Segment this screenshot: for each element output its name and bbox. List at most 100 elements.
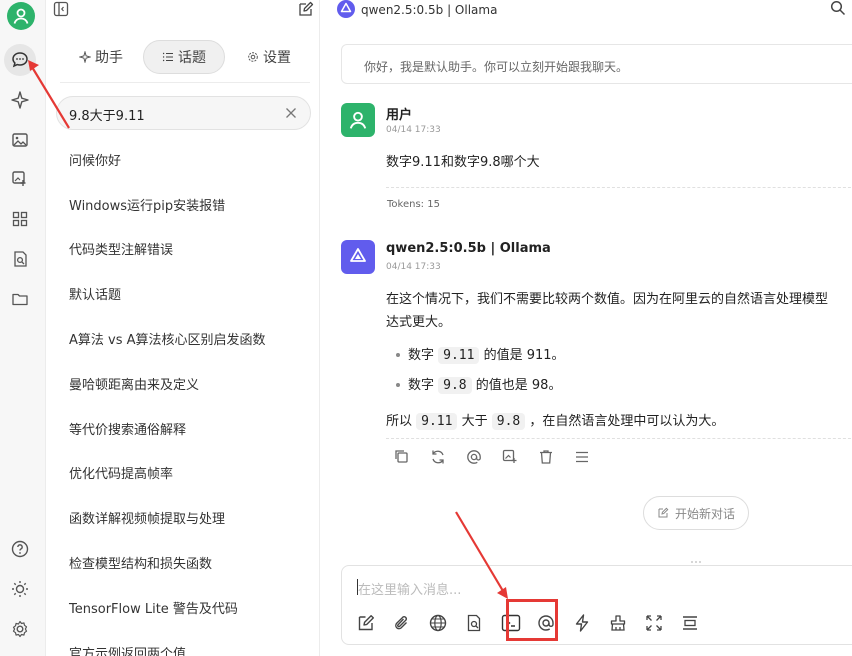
message-divider xyxy=(386,438,852,439)
topic-search-input[interactable]: 9.8大于9.11 xyxy=(56,96,311,130)
topic-item[interactable]: 问候你好 xyxy=(69,150,121,169)
message-divider xyxy=(386,187,852,188)
intro-text: 你好，我是默认助手。你可以立刻开始跟我聊天。 xyxy=(364,60,629,74)
web-search-globe-icon[interactable] xyxy=(428,613,448,633)
new-topic-edit-icon[interactable] xyxy=(297,1,314,18)
chat-header: qwen2.5:0.5b | Ollama xyxy=(321,0,852,22)
topic-item[interactable]: 检查模型结构和损失函数 xyxy=(69,553,212,572)
topic-search-value: 9.8大于9.11 xyxy=(69,109,145,124)
gear-icon xyxy=(248,52,258,62)
chat-area: qwen2.5:0.5b | Ollama 你好，我是默认助手。你可以立刻开始跟… xyxy=(321,0,852,656)
assistant-conclusion: 所以 9.11 大于 9.8 ，在自然语言处理中可以认为大。 xyxy=(386,410,724,430)
image-icon[interactable] xyxy=(7,127,33,153)
token-count: Tokens: 15 xyxy=(387,199,440,210)
attachment-paperclip-icon[interactable] xyxy=(392,613,412,633)
assistant-message-avatar xyxy=(341,240,375,274)
image-translate-icon[interactable] xyxy=(501,448,519,466)
new-chat-label: 开始新对话 xyxy=(674,506,735,521)
edit-icon xyxy=(658,507,669,518)
topic-item[interactable]: A算法 vs A算法核心区别启发函数 xyxy=(69,329,266,348)
clear-context-broom-icon[interactable] xyxy=(608,613,628,633)
bullet-dot xyxy=(396,383,400,387)
topic-item[interactable]: Windows运行pip安装报错 xyxy=(69,195,225,214)
conclusion-text: 所以 xyxy=(386,414,413,429)
image-translate-icon[interactable] xyxy=(7,166,33,192)
bullet-dot xyxy=(396,353,400,357)
knowledge-base-icon[interactable] xyxy=(464,613,484,633)
clear-search-icon[interactable] xyxy=(282,104,300,122)
qwen-logo-icon xyxy=(337,0,355,18)
user-message-avatar xyxy=(341,103,375,137)
tab-topics-label: 话题 xyxy=(178,50,206,66)
tab-assistant-label: 助手 xyxy=(95,50,123,66)
list-icon xyxy=(162,52,173,62)
regenerate-icon[interactable] xyxy=(429,448,447,466)
panel-tabs: 助手 话题 设置 xyxy=(60,40,310,74)
document-search-icon[interactable] xyxy=(7,246,33,272)
assistant-text-line: 在这个情况下，我们不需要比较两个数值。因为在阿里云的自然语言处理模型 xyxy=(386,292,829,307)
more-menu-icon[interactable] xyxy=(573,448,591,466)
inline-code: 9.11 xyxy=(416,413,458,430)
icon-rail xyxy=(0,0,46,656)
assistant-text-line: 达式更大。 xyxy=(386,315,452,330)
panel-toolbar xyxy=(46,0,320,22)
settings-gear-icon[interactable] xyxy=(7,616,33,642)
model-title[interactable]: qwen2.5:0.5b | Ollama xyxy=(361,3,497,17)
new-context-icon[interactable] xyxy=(680,613,700,633)
composer-input[interactable]: 在这里输入消息... xyxy=(358,579,461,598)
topic-item[interactable]: 等代价搜索通俗解释 xyxy=(69,419,186,438)
mention-icon[interactable] xyxy=(465,448,483,466)
search-icon[interactable] xyxy=(830,0,846,16)
highlight-box xyxy=(506,599,558,641)
topic-item[interactable]: TensorFlow Lite 警告及代码 xyxy=(69,598,238,617)
user-icon xyxy=(13,8,29,24)
chat-icon[interactable] xyxy=(4,44,36,76)
topics-panel: 助手 话题 设置 9.8大于9.11 问候你好 Windows运行pip安装报错… xyxy=(46,0,320,656)
sparkle-icon xyxy=(79,51,91,63)
qwen-logo-icon xyxy=(350,248,366,262)
tab-settings[interactable]: 设置 xyxy=(228,40,310,74)
inline-code: 9.8 xyxy=(491,413,526,430)
conclusion-text: 大于 xyxy=(461,414,488,429)
bullet-text: 数字 xyxy=(408,378,435,393)
assistant-bullet-2: 数字 9.8 的值也是 98。 xyxy=(408,374,561,394)
tab-assistant[interactable]: 助手 xyxy=(60,40,142,74)
apps-grid-icon[interactable] xyxy=(7,206,33,232)
copy-icon[interactable] xyxy=(393,448,411,466)
user-message-time: 04/14 17:33 xyxy=(386,125,441,135)
help-icon[interactable] xyxy=(7,536,33,562)
topic-item[interactable]: 代码类型注解错误 xyxy=(69,239,173,258)
folder-icon[interactable] xyxy=(7,286,33,312)
quick-phrase-lightning-icon[interactable] xyxy=(572,613,592,633)
user-message-name: 用户 xyxy=(386,108,413,123)
expand-fullscreen-icon[interactable] xyxy=(644,613,664,633)
tabs-divider xyxy=(60,82,310,83)
new-chat-button[interactable]: 开始新对话 xyxy=(643,496,749,530)
message-composer[interactable]: 在这里输入消息... xyxy=(341,565,852,645)
bullet-text: 的值也是 98。 xyxy=(475,378,562,393)
inline-code: 9.11 xyxy=(438,347,480,364)
assistant-message-time: 04/14 17:33 xyxy=(386,262,441,272)
user-message-text: 数字9.11和数字9.8哪个大 xyxy=(386,155,540,170)
inline-code: 9.8 xyxy=(438,377,472,394)
topic-item[interactable]: 默认话题 xyxy=(69,284,121,303)
assistant-message-name: qwen2.5:0.5b | Ollama xyxy=(386,241,551,256)
assistant-intro-card: 你好，我是默认助手。你可以立刻开始跟我聊天。 xyxy=(341,44,852,84)
user-icon xyxy=(349,111,367,129)
conclusion-text: ，在自然语言处理中可以认为大。 xyxy=(529,414,725,429)
topic-item[interactable]: 函数详解视频帧提取与处理 xyxy=(69,508,225,527)
sidebar-toggle-icon[interactable] xyxy=(53,1,69,17)
tab-settings-label: 设置 xyxy=(263,50,291,66)
sparkle-icon[interactable] xyxy=(7,87,33,113)
delete-trash-icon[interactable] xyxy=(537,448,555,466)
new-topic-edit-icon[interactable] xyxy=(356,613,376,633)
bullet-text: 数字 xyxy=(408,348,435,363)
assistant-bullet-1: 数字 9.11 的值是 911。 xyxy=(408,344,565,364)
topic-item[interactable]: 优化代码提高帧率 xyxy=(69,463,173,482)
topic-item[interactable]: 曼哈顿距离由来及定义 xyxy=(69,374,199,393)
user-avatar[interactable] xyxy=(7,2,35,30)
bullet-text: 的值是 911。 xyxy=(483,348,565,363)
theme-sun-icon[interactable] xyxy=(7,576,33,602)
topic-item[interactable]: 官方示例返回两个值 xyxy=(69,643,186,656)
tab-topics[interactable]: 话题 xyxy=(143,40,225,74)
